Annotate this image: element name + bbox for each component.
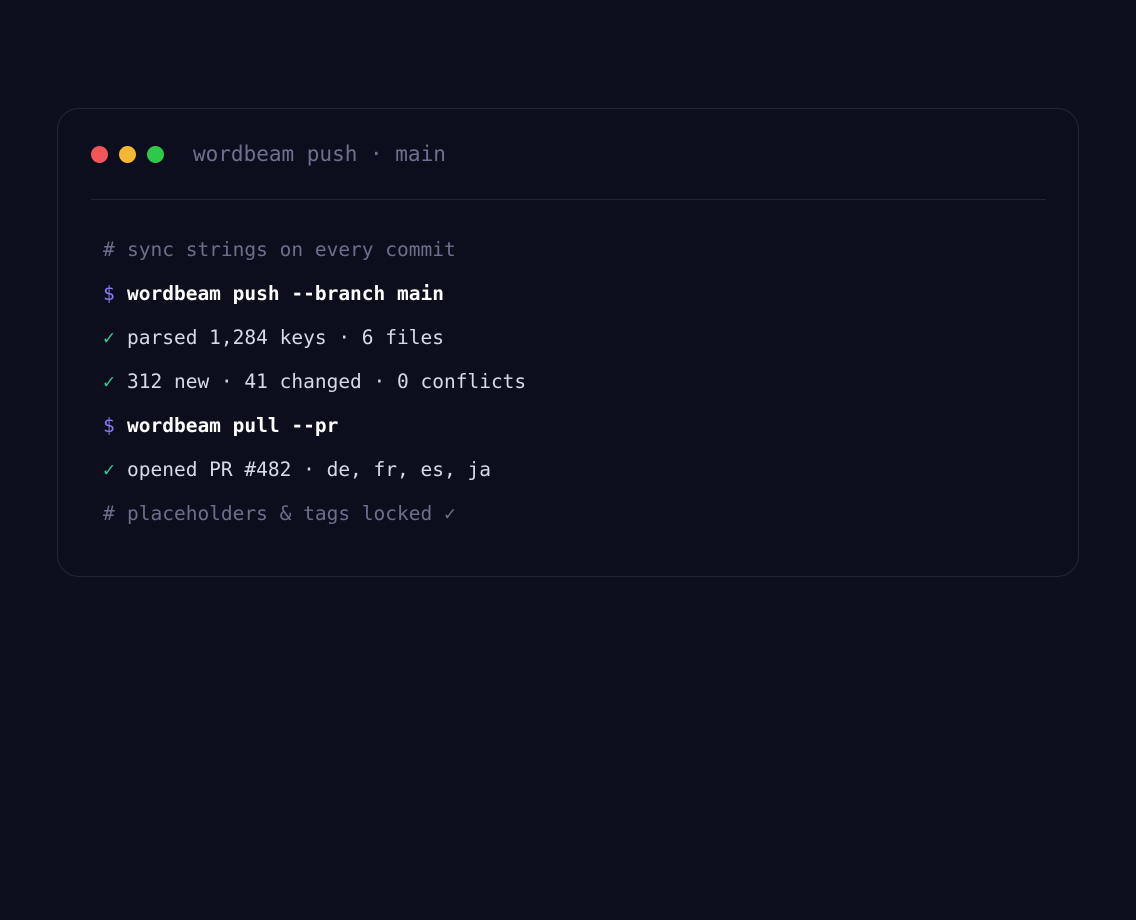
prompt-dollar-icon: $: [103, 282, 115, 305]
minimize-window-button[interactable]: [119, 146, 136, 163]
terminal-line-comment: # sync strings on every commit: [103, 237, 456, 263]
close-window-button[interactable]: [91, 146, 108, 163]
line-text: placeholders & tags locked ✓: [127, 502, 456, 525]
terminal-line-command: $ wordbeam push --branch main: [103, 281, 444, 307]
checkmark-icon: ✓: [103, 458, 115, 481]
command-text: wordbeam push --branch main: [127, 282, 444, 305]
terminal-line-success: ✓ opened PR #482 · de, fr, es, ja: [103, 457, 491, 483]
prompt-dollar-icon: $: [103, 414, 115, 437]
line-text: sync strings on every commit: [127, 238, 456, 261]
line-text: 312 new · 41 changed · 0 conflicts: [127, 370, 527, 393]
maximize-window-button[interactable]: [147, 146, 164, 163]
terminal-line-command: $ wordbeam pull --pr: [103, 413, 338, 439]
comment-hash-icon: #: [103, 502, 115, 525]
checkmark-icon: ✓: [103, 326, 115, 349]
terminal-line-success: ✓ parsed 1,284 keys · 6 files: [103, 325, 444, 351]
terminal-line-comment: # placeholders & tags locked ✓: [103, 501, 456, 527]
terminal-line-success: ✓ 312 new · 41 changed · 0 conflicts: [103, 369, 526, 395]
title-bar: wordbeam push · main: [91, 109, 1046, 200]
window-title: wordbeam push · main: [193, 142, 446, 166]
checkmark-icon: ✓: [103, 370, 115, 393]
line-text: parsed 1,284 keys · 6 files: [127, 326, 444, 349]
line-text: opened PR #482 · de, fr, es, ja: [127, 458, 491, 481]
comment-hash-icon: #: [103, 238, 115, 261]
command-text: wordbeam pull --pr: [127, 414, 339, 437]
terminal-window: wordbeam push · main # sync strings on ev…: [57, 108, 1079, 577]
